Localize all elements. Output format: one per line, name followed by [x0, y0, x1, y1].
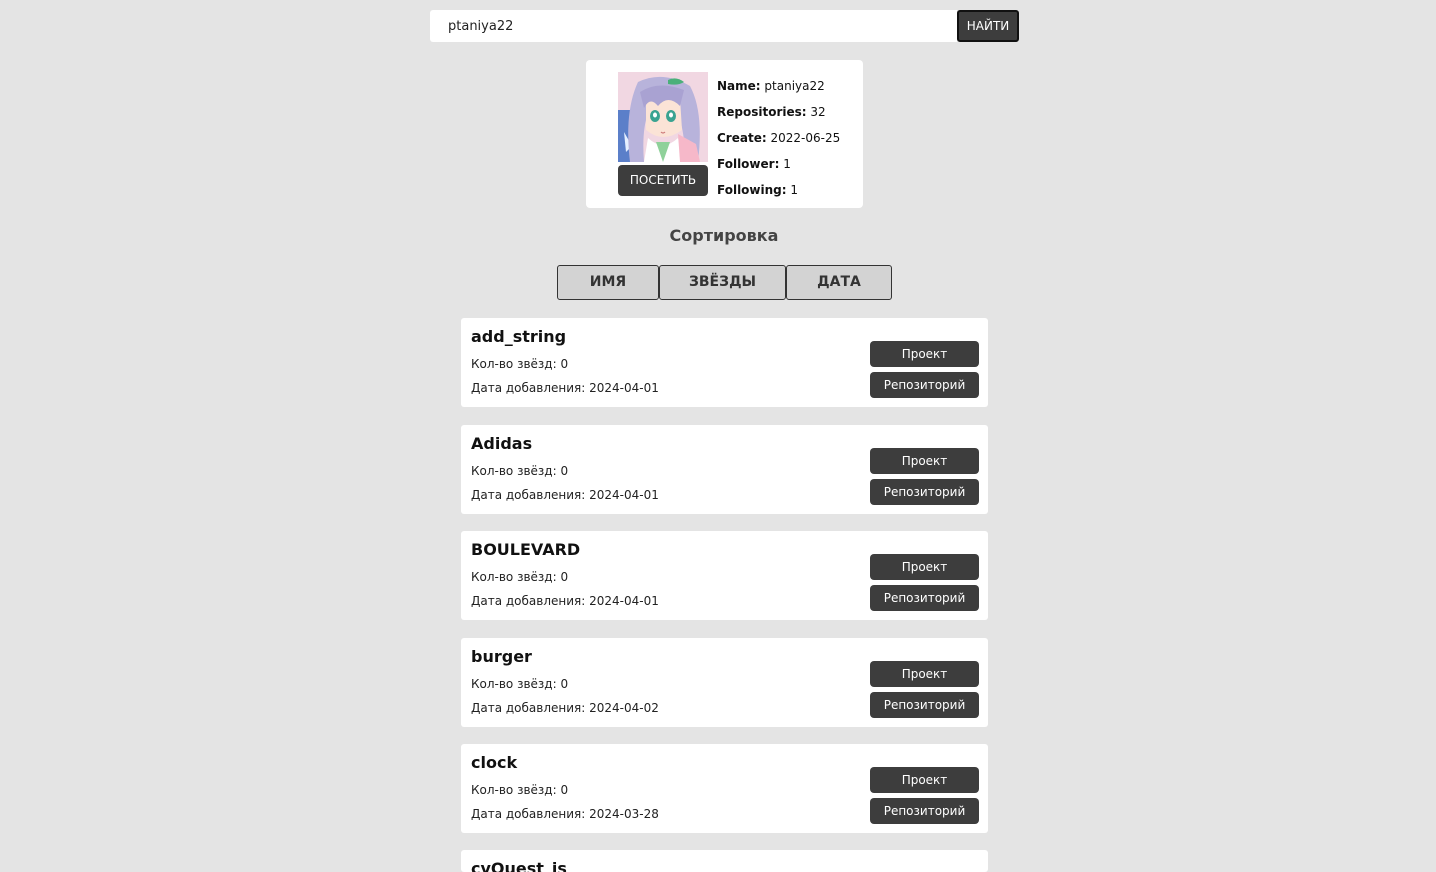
repository-button[interactable]: Репозиторий	[870, 692, 979, 718]
repo-name: BOULEVARD	[471, 540, 581, 559]
date-prefix: Дата добавления:	[471, 701, 590, 715]
date-value: 2024-04-01	[589, 594, 659, 608]
repo-card: BOULEVARD Кол-во звёзд: 0 Дата добавлени…	[461, 531, 988, 620]
date-value: 2024-03-28	[589, 807, 659, 821]
stars-prefix: Кол-во звёзд:	[471, 783, 561, 797]
project-button[interactable]: Проект	[870, 554, 979, 580]
follower-value: 1	[783, 157, 791, 171]
repo-stars: Кол-во звёзд: 0	[471, 677, 568, 691]
project-button[interactable]: Проект	[870, 661, 979, 687]
project-button[interactable]: Проект	[870, 448, 979, 474]
repo-date: Дата добавления: 2024-04-02	[471, 701, 659, 715]
visit-button[interactable]: ПОСЕТИТЬ	[618, 165, 708, 196]
stars-value: 0	[560, 570, 569, 584]
sort-by-date-button[interactable]: ДАТА	[786, 265, 892, 300]
search-bar: НАЙТИ	[430, 10, 1020, 42]
stars-value: 0	[560, 677, 569, 691]
repo-date: Дата добавления: 2024-04-01	[471, 488, 659, 502]
sort-by-stars-button[interactable]: ЗВЁЗДЫ	[659, 265, 786, 300]
repo-date: Дата добавления: 2024-04-01	[471, 594, 659, 608]
profile-following-row: Following: 1	[717, 177, 857, 203]
date-value: 2024-04-02	[589, 701, 659, 715]
search-input[interactable]	[430, 10, 957, 42]
stars-value: 0	[560, 464, 569, 478]
repo-name: add_string	[471, 327, 567, 346]
date-prefix: Дата добавления:	[471, 381, 590, 395]
repo-name: Adidas	[471, 434, 533, 453]
stars-prefix: Кол-во звёзд:	[471, 677, 561, 691]
follower-label: Follower:	[717, 157, 780, 171]
repo-card: Adidas Кол-во звёзд: 0 Дата добавления: …	[461, 425, 988, 514]
date-value: 2024-04-01	[589, 381, 659, 395]
project-button[interactable]: Проект	[870, 767, 979, 793]
repo-stars: Кол-во звёзд: 0	[471, 570, 568, 584]
repo-date: Дата добавления: 2024-04-01	[471, 381, 659, 395]
following-value: 1	[790, 183, 799, 197]
sort-by-name-button[interactable]: ИМЯ	[557, 265, 659, 300]
date-prefix: Дата добавления:	[471, 594, 590, 608]
repo-card: cvQuest_js	[461, 850, 988, 872]
repo-stars: Кол-во звёзд: 0	[471, 357, 568, 371]
following-label: Following:	[717, 183, 787, 197]
profile-info: Name: ptaniya22 Repositories: 32 Create:…	[717, 73, 857, 203]
search-button[interactable]: НАЙТИ	[957, 10, 1019, 42]
stars-value: 0	[560, 357, 569, 371]
date-prefix: Дата добавления:	[471, 807, 590, 821]
avatar-image	[618, 72, 708, 162]
repository-button[interactable]: Репозиторий	[870, 798, 979, 824]
repository-button[interactable]: Репозиторий	[870, 479, 979, 505]
name-label: Name:	[717, 79, 761, 93]
repo-name: burger	[471, 647, 532, 666]
date-value: 2024-04-01	[589, 488, 659, 502]
repo-card: clock Кол-во звёзд: 0 Дата добавления: 2…	[461, 744, 988, 833]
stars-prefix: Кол-во звёзд:	[471, 570, 561, 584]
repo-card: burger Кол-во звёзд: 0 Дата добавления: …	[461, 638, 988, 727]
repository-button[interactable]: Репозиторий	[870, 372, 979, 398]
profile-follower-row: Follower: 1	[717, 151, 857, 177]
stars-value: 0	[560, 783, 569, 797]
repository-button[interactable]: Репозиторий	[870, 585, 979, 611]
profile-create-row: Create: 2022-06-25	[717, 125, 857, 151]
stars-prefix: Кол-во звёзд:	[471, 357, 561, 371]
repositories-label: Repositories:	[717, 105, 807, 119]
repo-stars: Кол-во звёзд: 0	[471, 464, 568, 478]
date-prefix: Дата добавления:	[471, 488, 590, 502]
name-value: ptaniya22	[764, 79, 825, 93]
repo-card: add_string Кол-во звёзд: 0 Дата добавлен…	[461, 318, 988, 407]
repo-date: Дата добавления: 2024-03-28	[471, 807, 659, 821]
repo-stars: Кол-во звёзд: 0	[471, 783, 568, 797]
project-button[interactable]: Проект	[870, 341, 979, 367]
repositories-value: 32	[810, 105, 826, 119]
repo-name: clock	[471, 753, 518, 772]
stars-prefix: Кол-во звёзд:	[471, 464, 561, 478]
avatar	[618, 72, 708, 162]
profile-repos-row: Repositories: 32	[717, 99, 857, 125]
create-label: Create:	[717, 131, 767, 145]
repo-name: cvQuest_js	[471, 859, 567, 872]
create-value: 2022-06-25	[770, 131, 841, 145]
profile-name-row: Name: ptaniya22	[717, 73, 857, 99]
sort-title: Сортировка	[669, 226, 779, 245]
profile-card: ПОСЕТИТЬ Name: ptaniya22 Repositories: 3…	[586, 60, 863, 208]
